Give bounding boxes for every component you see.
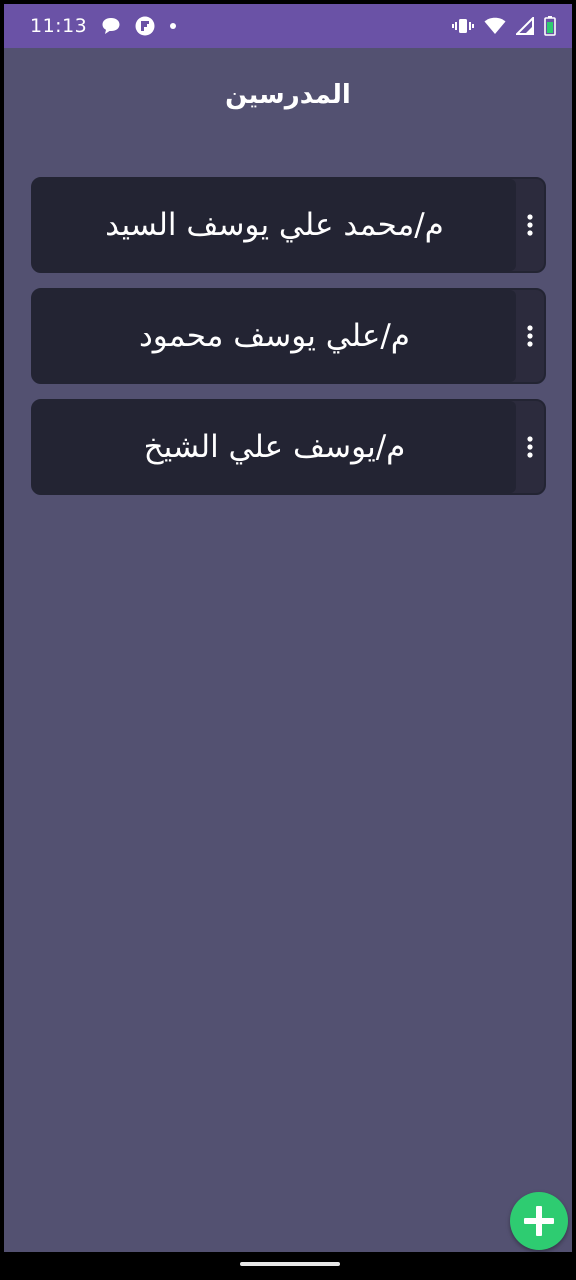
teacher-card-body[interactable]: م/يوسف علي الشيخ xyxy=(33,401,516,493)
teacher-card-body[interactable]: م/علي يوسف محمود xyxy=(33,290,516,382)
add-teacher-button[interactable] xyxy=(510,1192,568,1250)
plus-icon xyxy=(524,1206,554,1236)
status-bar: 11:13 xyxy=(4,4,572,48)
teacher-card[interactable]: م/يوسف علي الشيخ xyxy=(31,399,546,495)
status-left: 11:13 xyxy=(30,15,452,37)
teacher-card[interactable]: م/علي يوسف محمود xyxy=(31,288,546,384)
wifi-icon xyxy=(484,17,506,35)
teachers-screen: المدرسين م/محمد علي يوسف السيد م/علي يوس… xyxy=(4,48,572,1252)
more-vert-icon xyxy=(527,214,533,236)
flipboard-icon xyxy=(135,16,155,36)
status-right xyxy=(452,16,556,36)
teacher-card-body[interactable]: م/محمد علي يوسف السيد xyxy=(33,179,516,271)
more-options-button[interactable] xyxy=(516,290,544,382)
teacher-card[interactable]: م/محمد علي يوسف السيد xyxy=(31,177,546,273)
navigation-bar xyxy=(0,1252,576,1280)
teachers-list: م/محمد علي يوسف السيد م/علي يوسف محمود م… xyxy=(31,177,546,510)
battery-icon xyxy=(544,16,556,36)
vibrate-icon xyxy=(452,17,474,35)
teacher-name: م/محمد علي يوسف السيد xyxy=(105,207,444,243)
page-title: المدرسين xyxy=(225,80,351,110)
screen: 11:13 المدرسين م/محمد علي يوسف السيد م/ع… xyxy=(0,0,576,1280)
teacher-name: م/علي يوسف محمود xyxy=(138,318,410,354)
signal-icon xyxy=(516,17,534,35)
more-vert-icon xyxy=(527,325,533,347)
teacher-name: م/يوسف علي الشيخ xyxy=(143,429,406,465)
chat-bubble-icon xyxy=(101,16,121,36)
more-options-button[interactable] xyxy=(516,179,544,271)
status-time: 11:13 xyxy=(30,15,88,37)
more-options-button[interactable] xyxy=(516,401,544,493)
more-vert-icon xyxy=(527,436,533,458)
home-gesture-handle[interactable] xyxy=(240,1262,340,1266)
dot-icon xyxy=(169,22,177,30)
